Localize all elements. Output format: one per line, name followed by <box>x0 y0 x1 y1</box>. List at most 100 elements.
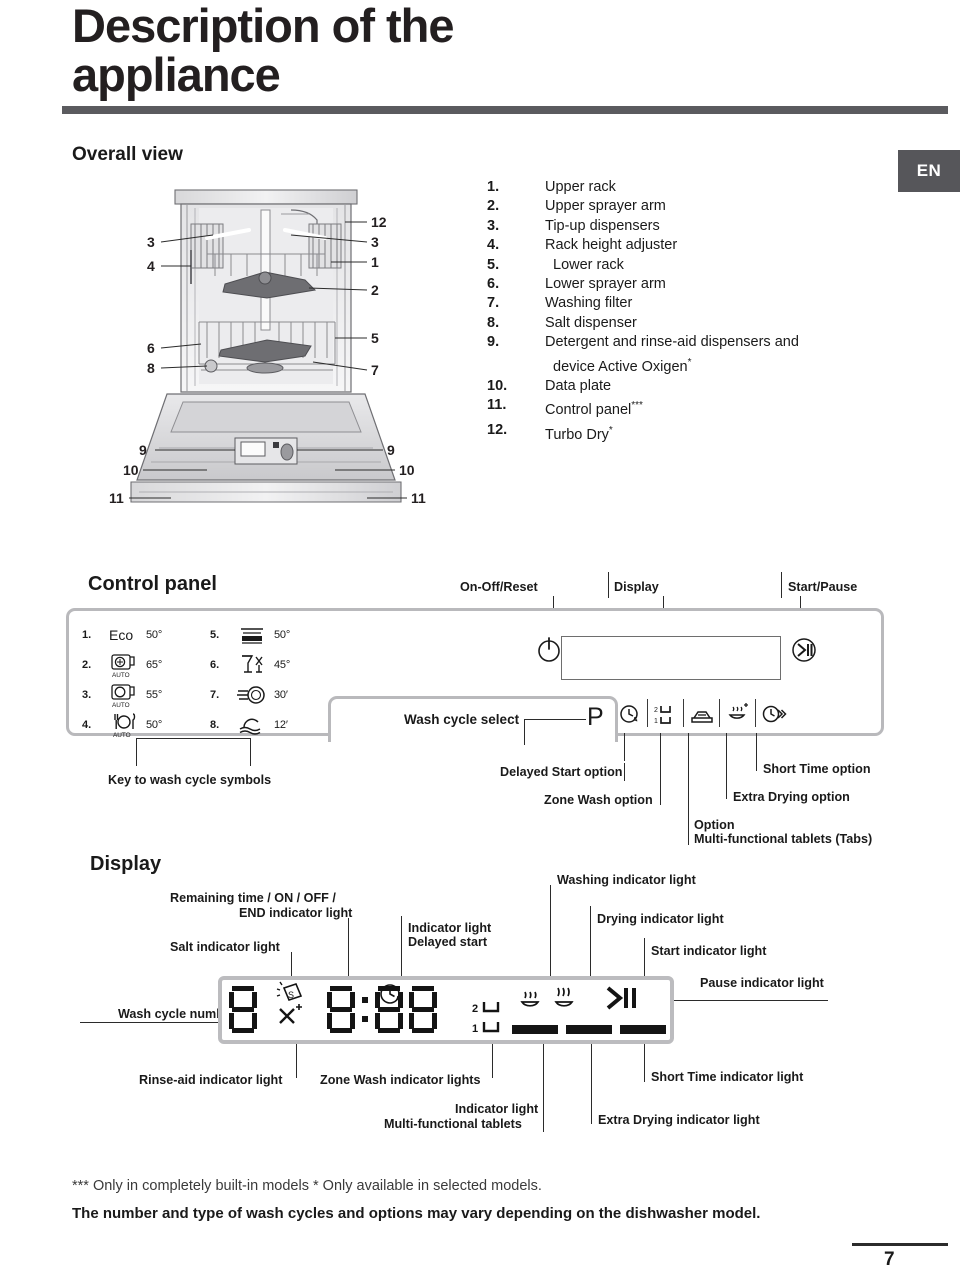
label-delayed-start-option: Delayed Start option <box>500 765 623 779</box>
label-delayed-start-indicator-line2: Delayed start <box>408 935 488 949</box>
part-number: 12. <box>487 421 508 438</box>
drying-steam-icon <box>554 987 574 1007</box>
leader-wash-cycle-number <box>80 1022 228 1023</box>
leader-key-left <box>136 738 137 766</box>
auto-pots-icon: AUTO <box>104 651 146 679</box>
extra-drying-indicator-bar <box>566 1025 612 1034</box>
short-time-indicator-bar <box>620 1025 666 1034</box>
list-item: 5. Lower rack <box>487 256 907 275</box>
cycle-number: 5. <box>210 629 220 641</box>
label-extra-drying-indicator: Extra Drying indicator light <box>598 1113 760 1127</box>
list-item: 7. Washing filter <box>487 294 907 313</box>
list-item: 11. Control panel*** <box>487 396 907 420</box>
list-item: 2. Upper sprayer arm <box>487 197 907 216</box>
part-number: 10. <box>487 377 508 394</box>
part-number: 6. <box>487 276 500 293</box>
page-title: Description of the appliance <box>72 1 692 101</box>
leader-remaining-time <box>348 918 349 976</box>
zone-wash-indicator: 2 1 <box>472 1002 500 1035</box>
svg-text:S: S <box>288 990 294 1000</box>
label-drying-indicator: Drying indicator light <box>597 912 724 926</box>
svg-text:Eco: Eco <box>109 627 133 643</box>
wash-cycle-row: 6. 45° <box>210 650 330 680</box>
part-label: Lower sprayer arm <box>545 276 666 293</box>
leader-tablets-indicator <box>543 1044 544 1132</box>
dishwasher-diagram: 12 3 1 2 5 7 3 4 6 8 9 9 10 10 11 11 <box>95 180 435 530</box>
cycle-temp: 55° <box>146 689 163 701</box>
title-divider <box>62 106 948 116</box>
extra-drying-button[interactable] <box>720 697 756 731</box>
label-remaining-time-line2: END indicator light <box>239 906 353 920</box>
svg-text:9: 9 <box>387 442 395 458</box>
svg-text:AUTO: AUTO <box>112 672 130 679</box>
control-panel-heading: Control panel <box>88 573 217 595</box>
label-key-to-wash-cycle-symbols: Key to wash cycle symbols <box>108 773 272 787</box>
label-on-off-reset: On-Off/Reset <box>460 580 538 594</box>
part-number: 7. <box>487 295 500 312</box>
time-digits <box>327 986 437 1033</box>
footnote-text-selected-models: Only available in selected models. <box>322 1178 542 1194</box>
short-time-button[interactable] <box>756 697 792 731</box>
dishwasher-door <box>136 393 396 481</box>
label-zone-wash-option: Zone Wash option <box>544 793 653 807</box>
zone-wash-button[interactable]: 2 1 <box>648 697 684 731</box>
leader-key-right <box>250 738 251 766</box>
part-label: Washing filter <box>545 295 633 312</box>
label-display: Display <box>614 580 659 594</box>
list-item: 3. Tip-up dispensers <box>487 217 907 236</box>
cycle-number: 1. <box>82 629 92 641</box>
auto-pan-icon: AUTO <box>104 681 146 709</box>
parts-list: 1. Upper rack 2. Upper sprayer arm 3. Tip-u… <box>487 178 907 445</box>
label-short-time-indicator: Short Time indicator light <box>651 1070 804 1084</box>
label-tablets-indicator-line1: Indicator light <box>455 1102 539 1116</box>
leader-delayed-start-indicator <box>401 916 402 978</box>
cycle-number: 3. <box>82 689 92 701</box>
list-item: 8. Salt dispenser <box>487 314 907 333</box>
play-pause-icon <box>606 986 636 1010</box>
auto-cutlery-icon: AUTO <box>104 711 146 739</box>
wash-cycle-row: 7. 30′ <box>210 680 330 710</box>
display-section-heading: Display <box>90 853 162 875</box>
label-start-indicator: Start indicator light <box>651 944 767 958</box>
svg-text:11: 11 <box>411 490 426 506</box>
label-extra-drying-option: Extra Drying option <box>733 790 850 804</box>
program-select-button[interactable]: P <box>587 703 604 732</box>
label-delayed-start-indicator-line1: Indicator light <box>408 921 492 935</box>
list-item: 4. Rack height adjuster <box>487 236 907 255</box>
part-number: 11. <box>487 397 507 414</box>
leader-drying <box>590 906 591 982</box>
option-buttons-row: 2 1 <box>612 697 792 731</box>
tablets-indicator-bar <box>512 1025 558 1034</box>
page-title-line2: appliance <box>72 47 281 101</box>
list-item: 1. Upper rack <box>487 178 907 197</box>
svg-text:6: 6 <box>147 340 155 356</box>
leader-short-time-indicator <box>644 1044 645 1082</box>
label-start-pause: Start/Pause <box>788 580 858 594</box>
part-label: Upper sprayer arm <box>545 198 666 215</box>
fast-plate-icon <box>232 683 274 707</box>
cycle-number-digit <box>229 986 257 1033</box>
cycle-temp: 50° <box>146 629 163 641</box>
leader-short-time <box>756 733 757 771</box>
svg-text:1: 1 <box>654 718 658 725</box>
cycle-temp: 30′ <box>274 689 288 701</box>
wash-cycle-row: 3. AUTO 55° <box>82 680 202 710</box>
leader-pause <box>668 1000 828 1001</box>
language-badge: EN <box>898 150 960 192</box>
footnote-marker: * <box>687 356 692 368</box>
svg-text:9: 9 <box>139 442 147 458</box>
wash-cycle-row: 2. AUTO 65° <box>82 650 202 680</box>
part-label: Control panel*** <box>545 400 643 419</box>
delayed-start-button[interactable] <box>612 697 648 731</box>
label-salt-indicator: Salt indicator light <box>170 940 280 954</box>
part-number: 4. <box>487 237 500 254</box>
leader-rinse-aid <box>296 1044 297 1078</box>
svg-text:3: 3 <box>371 234 379 250</box>
start-pause-button[interactable] <box>789 634 819 669</box>
footnote-marker: *** <box>631 400 643 412</box>
leader-wash-cycle-select-drop <box>524 719 525 745</box>
leader-start-pause-left <box>781 572 782 598</box>
washing-drop-icon <box>520 991 540 1007</box>
on-off-reset-button[interactable] <box>536 634 562 669</box>
tablets-tray-button[interactable] <box>684 697 720 731</box>
